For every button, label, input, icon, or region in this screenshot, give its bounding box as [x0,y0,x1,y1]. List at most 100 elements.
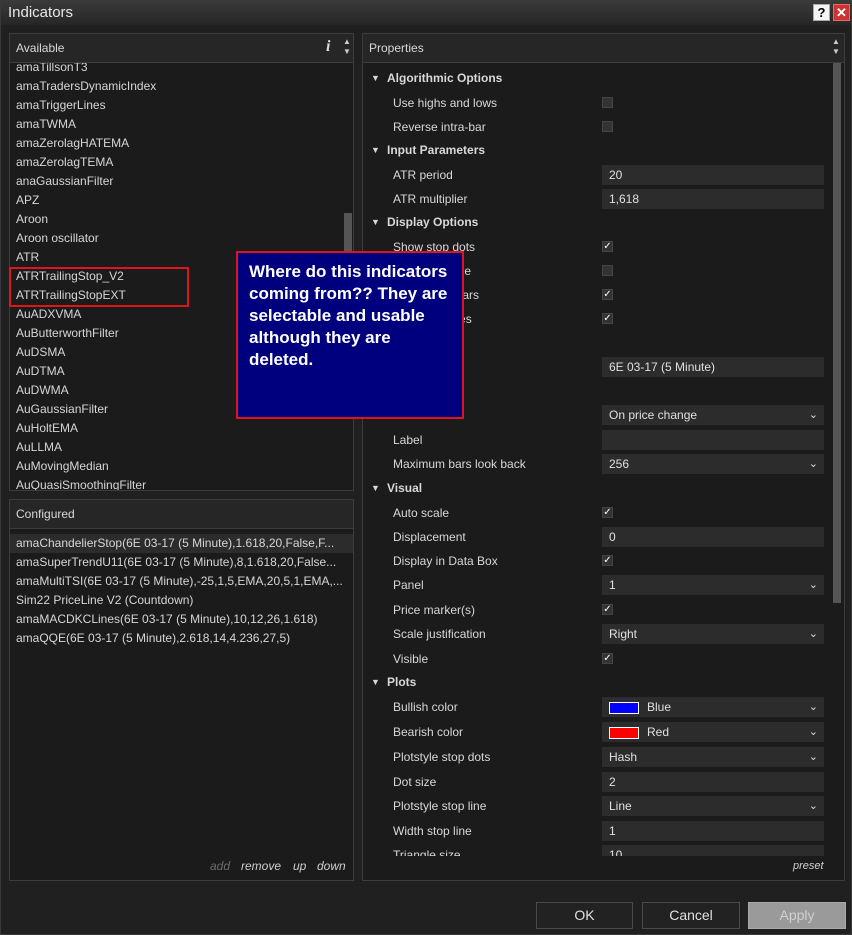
configured-item[interactable]: amaQQE(6E 03-17 (5 Minute),2.618,14,4.23… [16,629,348,648]
property-checkbox[interactable]: ✓ [602,313,613,324]
property-checkbox[interactable] [602,265,613,276]
chevron-down-icon[interactable]: ⌄ [809,405,818,425]
available-item[interactable]: AuQuasiSmoothingFilter [16,476,146,490]
available-item[interactable]: AuHoltEMA [16,419,78,438]
down-link[interactable]: down [317,859,346,873]
chevron-down-icon[interactable]: ⌄ [809,454,818,474]
available-item[interactable]: ATR [16,248,39,267]
info-icon[interactable]: i [326,38,330,56]
property-row: Reverse intra-bar [363,115,828,139]
properties-title: Properties [369,41,424,55]
property-text-field[interactable]: 10 [602,845,824,856]
scroll-arrows-icon[interactable]: ▲ ▼ [342,37,352,57]
property-value: 1,618 [609,192,640,206]
add-link[interactable]: add [210,859,230,873]
property-checkbox[interactable]: ✓ [602,289,613,300]
available-item[interactable]: AuDTMA [16,362,65,381]
configured-item[interactable]: Sim22 PriceLine V2 (Countdown) [16,591,348,610]
property-checkbox[interactable]: ✓ [602,241,613,252]
property-row: Use highs and lows [363,91,828,115]
property-value: 1 [609,578,616,592]
collapse-icon[interactable]: ▼ [371,477,380,499]
chevron-down-icon[interactable]: ⌄ [809,722,818,742]
properties-scroll-thumb[interactable] [833,63,841,603]
ok-button[interactable]: OK [536,902,633,929]
property-checkbox[interactable]: ✓ [602,653,613,664]
property-checkbox[interactable]: ✓ [602,555,613,566]
available-item[interactable]: amaTradersDynamicIndex [16,77,156,96]
property-checkbox[interactable] [602,97,613,108]
property-row: Displacement 0 [363,525,828,549]
property-dropdown[interactable]: Hash ⌄ [602,747,824,767]
property-label: Bearish color [393,725,464,739]
available-item[interactable]: AuADXVMA [16,305,81,324]
property-label: Panel [393,578,424,592]
cancel-button[interactable]: Cancel [642,902,740,929]
properties-scrollbar[interactable] [832,63,843,856]
property-text-field[interactable]: 0 [602,527,824,547]
property-dropdown[interactable]: On price change ⌄ [602,405,824,425]
collapse-icon[interactable]: ▼ [371,67,380,89]
available-item[interactable]: amaTillsonT3 [16,63,88,77]
property-label: ATR multiplier [393,192,468,206]
available-item[interactable]: amaTWMA [16,115,76,134]
available-item[interactable]: anaGaussianFilter [16,172,113,191]
chevron-down-icon[interactable]: ⌄ [809,697,818,717]
available-item[interactable]: Aroon oscillator [16,229,99,248]
color-picker[interactable]: Blue ⌄ [602,697,824,717]
property-checkbox[interactable]: ✓ [602,604,613,615]
chevron-down-icon[interactable]: ⌄ [809,796,818,816]
property-label: Label [393,433,423,447]
collapse-icon[interactable]: ▼ [371,211,380,233]
color-picker[interactable]: Red ⌄ [602,722,824,742]
preset-link[interactable]: preset [793,860,824,872]
available-item[interactable]: AuMovingMedian [16,457,109,476]
available-item[interactable]: amaTriggerLines [16,96,106,115]
help-button[interactable]: ? [813,4,830,21]
category-label: Algorithmic Options [387,71,503,85]
property-dropdown[interactable]: Right ⌄ [602,624,824,644]
available-item[interactable]: APZ [16,191,39,210]
property-text-field[interactable]: 1,618 [602,189,824,209]
available-item[interactable]: AuGaussianFilter [16,400,108,419]
available-item[interactable]: AuDWMA [16,381,69,400]
available-item[interactable]: AuDSMA [16,343,65,362]
available-item[interactable]: AuButterworthFilter [16,324,119,343]
property-row: Auto scale ✓ [363,501,828,525]
property-value: Hash [609,750,638,764]
available-item[interactable]: Aroon [16,210,48,229]
up-link[interactable]: up [293,859,306,873]
property-text-field[interactable]: 6E 03-17 (5 Minute) [602,357,824,377]
apply-button[interactable]: Apply [748,902,846,929]
close-button[interactable]: ✕ [833,4,850,21]
chevron-down-icon[interactable]: ⌄ [809,747,818,767]
property-dropdown[interactable]: Line ⌄ [602,796,824,816]
property-row: Bearish color Red ⌄ [363,720,828,744]
chevron-down-icon[interactable]: ⌄ [809,575,818,595]
scroll-arrows-icon[interactable]: ▲ ▼ [831,37,841,57]
configured-item[interactable]: amaMultiTSI(6E 03-17 (5 Minute),-25,1,5,… [16,572,348,591]
property-checkbox[interactable] [602,121,613,132]
property-text-field[interactable]: 2 [602,772,824,792]
collapse-icon[interactable]: ▼ [371,671,380,693]
property-dropdown[interactable]: 256 ⌄ [602,454,824,474]
properties-panel: Properties ▲ ▼ ▼ Algorithmic Options Use hi… [362,33,845,881]
property-checkbox[interactable]: ✓ [602,507,613,518]
available-title: Available [16,41,65,55]
property-text-field[interactable]: 20 [602,165,824,185]
property-text-field[interactable]: 1 [602,821,824,841]
available-item[interactable]: AuLLMA [16,438,62,457]
configured-item[interactable]: amaSuperTrendU11(6E 03-17 (5 Minute),8,1… [16,553,348,572]
indicators-window: Indicators ? ✕ Available i ▲ ▼ amaTillson… [0,0,852,935]
configured-item[interactable]: amaMACDKCLines(6E 03-17 (5 Minute),10,12… [16,610,348,629]
property-text-field[interactable] [602,430,824,450]
chevron-down-icon[interactable]: ⌄ [809,624,818,644]
remove-link[interactable]: remove [241,859,281,873]
category-label: Visual [387,481,423,495]
available-item[interactable]: amaZerolagHATEMA [16,134,129,153]
property-dropdown[interactable]: 1 ⌄ [602,575,824,595]
collapse-icon[interactable]: ▼ [371,139,380,161]
available-item[interactable]: amaZerolagTEMA [16,153,113,172]
configured-item[interactable]: amaChandelierStop(6E 03-17 (5 Minute),1.… [10,534,353,553]
property-value: 2 [609,775,616,789]
